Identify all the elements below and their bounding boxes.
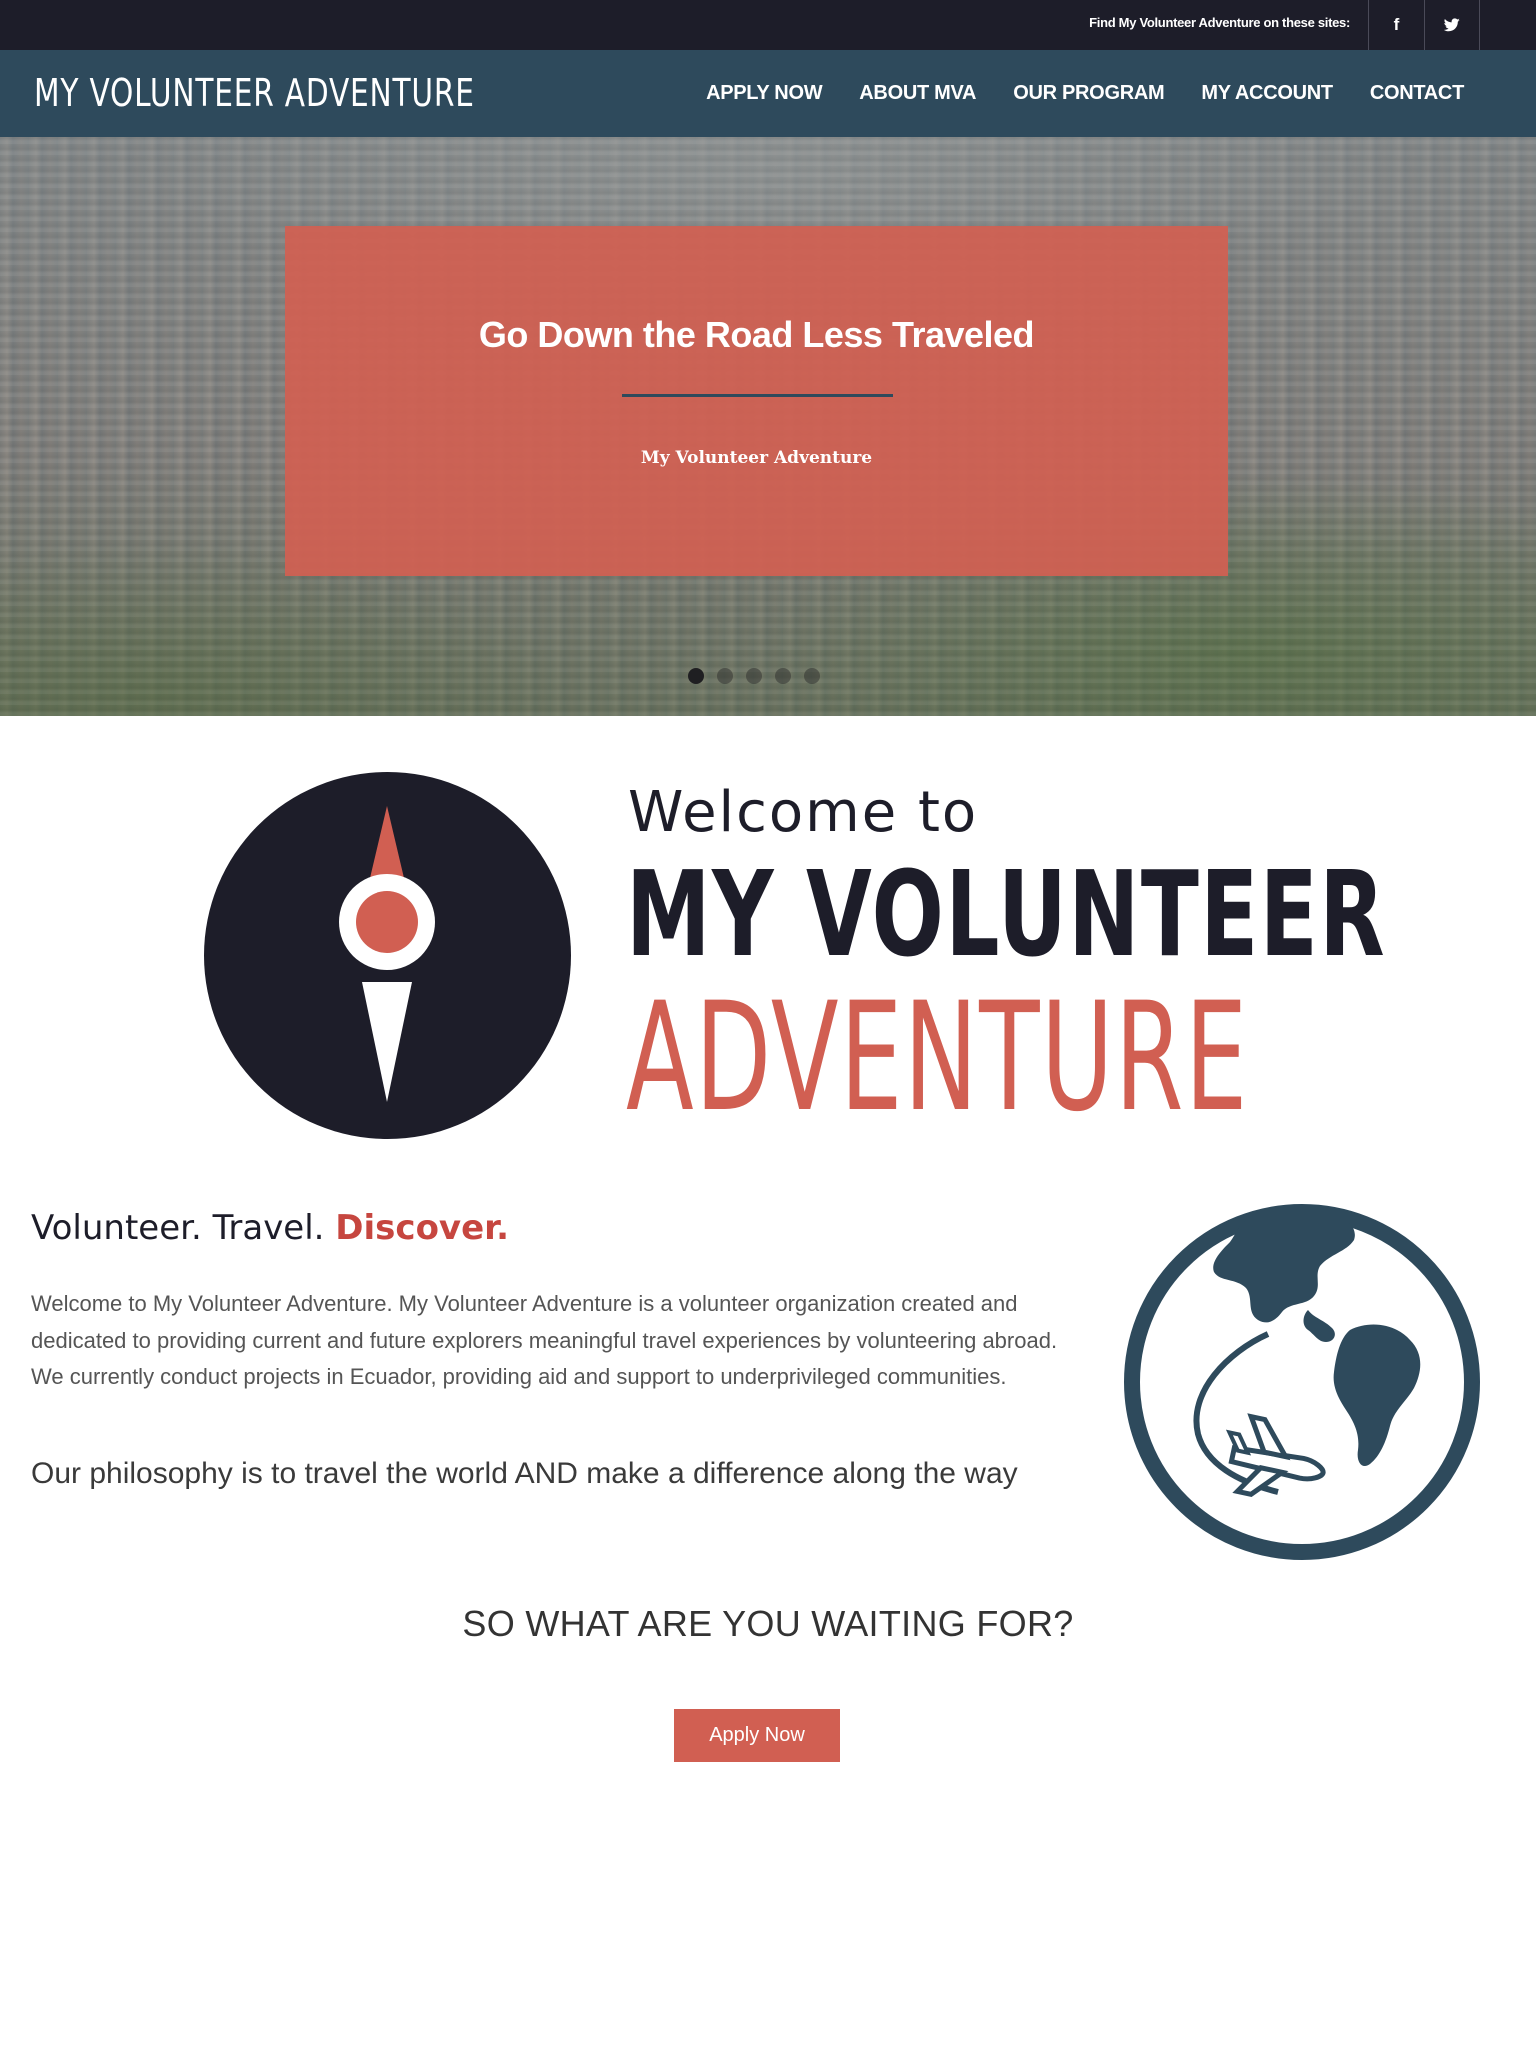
logo-title-line2: ADVENTURE <box>626 971 1249 1145</box>
twitter-icon <box>1444 18 1460 32</box>
compass-icon <box>204 772 571 1139</box>
logo-title-line1: MY VOLUNTEER <box>626 845 1387 983</box>
slider-dots <box>688 668 820 684</box>
globe-airplane-icon <box>1124 1204 1480 1560</box>
cta-heading: SO WHAT ARE YOU WAITING FOR? <box>462 1603 1074 1644</box>
slider-dot[interactable] <box>775 668 791 684</box>
facebook-link[interactable]: f <box>1368 0 1424 50</box>
slider-dot[interactable] <box>746 668 762 684</box>
site-brand-logo[interactable]: MY VOLUNTEER ADVENTURE <box>34 50 475 137</box>
slider-dot[interactable] <box>688 668 704 684</box>
tagline: Volunteer. Travel. Discover. <box>31 1208 509 1248</box>
nav-about-mva[interactable]: ABOUT MVA <box>859 82 976 105</box>
main-navbar: MY VOLUNTEER ADVENTURE APPLY NOW ABOUT M… <box>0 50 1536 137</box>
philosophy-text: Our philosophy is to travel the world AN… <box>31 1457 1018 1490</box>
top-bar: Find My Volunteer Adventure on these sit… <box>0 0 1536 50</box>
nav-our-program[interactable]: OUR PROGRAM <box>1013 82 1164 105</box>
hero-subtitle: My Volunteer Adventure <box>640 448 873 468</box>
nav-my-account[interactable]: MY ACCOUNT <box>1201 82 1333 105</box>
slider-dot[interactable] <box>717 668 733 684</box>
apply-now-button[interactable]: Apply Now <box>674 1709 840 1762</box>
hero-caption-box: Go Down the Road Less Traveled My Volunt… <box>285 226 1228 576</box>
slider-dot[interactable] <box>804 668 820 684</box>
hero-title: Go Down the Road Less Traveled <box>478 314 1035 355</box>
hero-divider <box>622 394 893 397</box>
hero-slider: Go Down the Road Less Traveled My Volunt… <box>0 137 1536 716</box>
social-find-text: Find My Volunteer Adventure on these sit… <box>1089 15 1350 30</box>
facebook-icon: f <box>1393 15 1400 34</box>
twitter-link[interactable] <box>1424 0 1480 50</box>
tagline-accent: Discover. <box>335 1208 509 1248</box>
intro-paragraph: Welcome to My Volunteer Adventure. My Vo… <box>31 1291 1058 1389</box>
welcome-heading: Welcome to <box>628 780 979 845</box>
nav-contact[interactable]: CONTACT <box>1370 82 1464 105</box>
nav-apply-now[interactable]: APPLY NOW <box>706 82 823 105</box>
tagline-text: Volunteer. Travel. <box>31 1208 336 1248</box>
main-nav: APPLY NOW ABOUT MVA OUR PROGRAM MY ACCOU… <box>706 50 1536 137</box>
